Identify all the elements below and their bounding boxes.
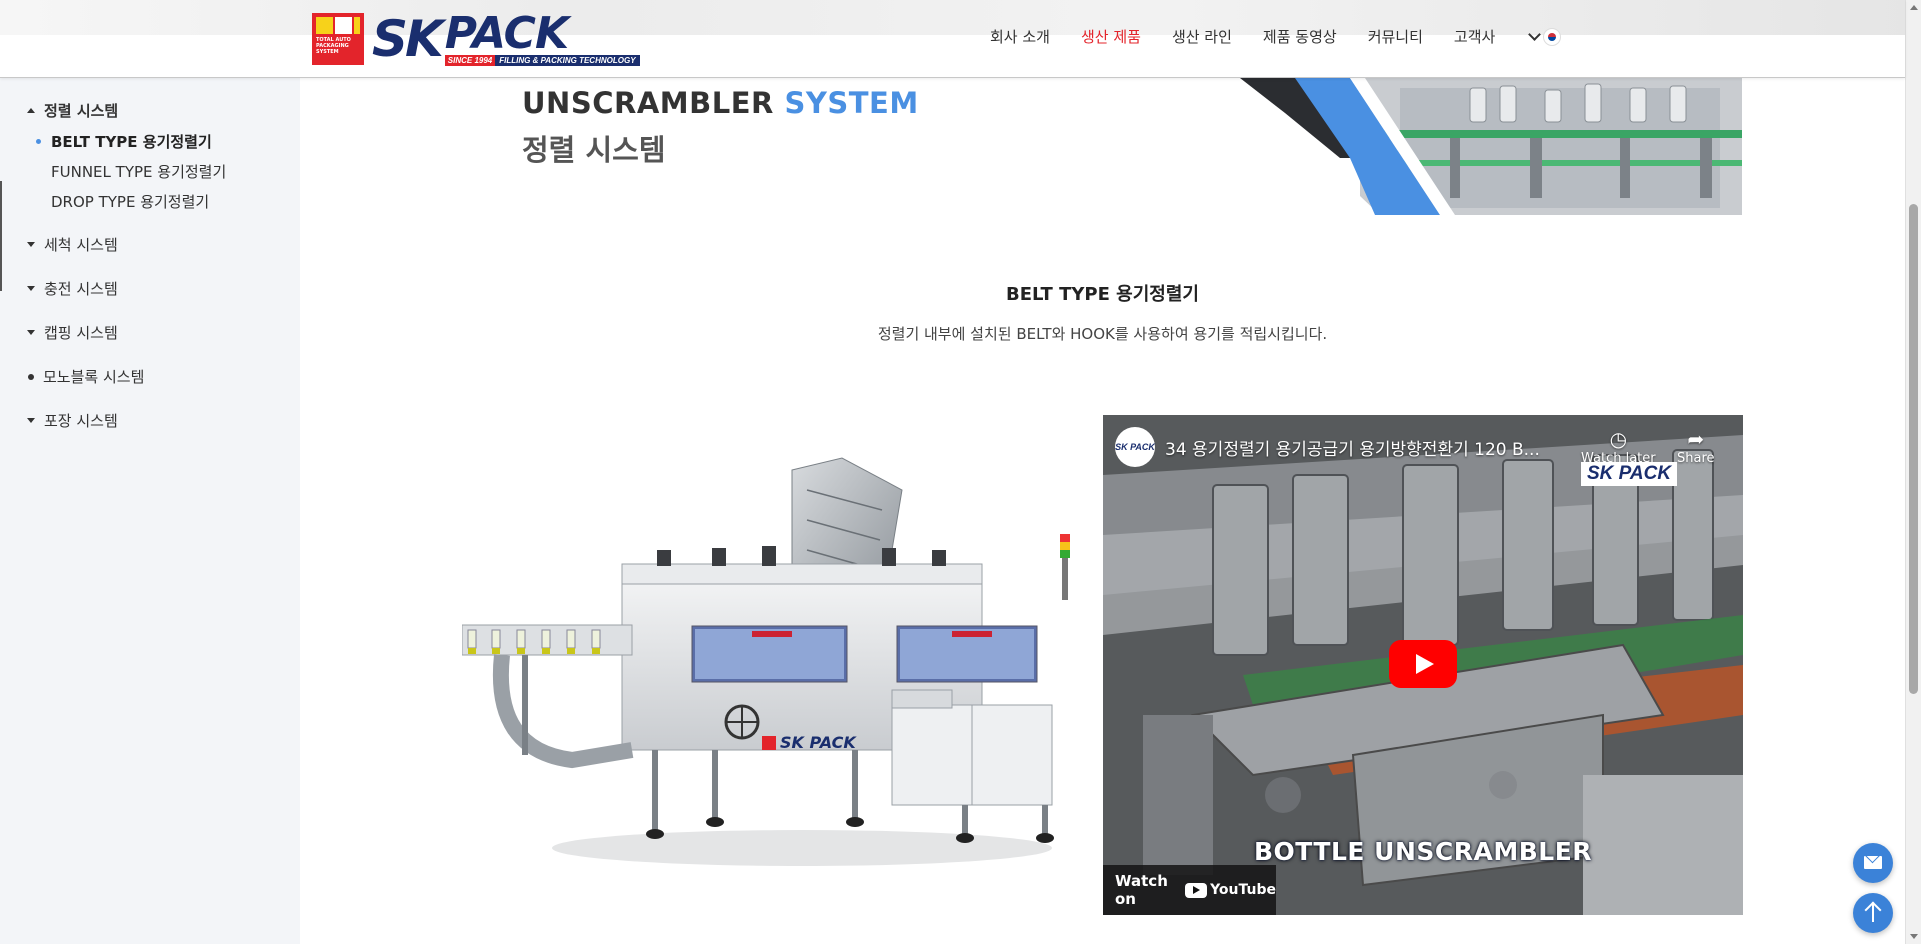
scroll-to-top-button[interactable] <box>1853 893 1893 933</box>
chevron-down-icon <box>1528 28 1542 41</box>
sidebar-item-drop-type[interactable]: DROP TYPE 용기정렬기 <box>36 191 209 212</box>
hero-title: UNSCRAMBLER SYSTEM <box>522 86 919 120</box>
share-button[interactable]: ➦ Share <box>1677 427 1715 466</box>
video-caption: BOTTLE UNSCRAMBLER <box>1253 837 1593 866</box>
channel-avatar[interactable]: SK PACK <box>1115 427 1155 467</box>
site-header: TOTAL AUTO PACKAGING SYSTEM SK PACK SINC… <box>0 0 1905 78</box>
share-label: Share <box>1677 451 1715 466</box>
sidebar-group-capping[interactable]: 캡핑 시스템 <box>27 322 118 343</box>
share-icon: ➦ <box>1687 427 1705 451</box>
logo-pack-text: PACK <box>444 7 569 59</box>
nav-customers[interactable]: 고객사 <box>1454 26 1495 47</box>
sidebar-group-monoblock[interactable]: 모노블록 시스템 <box>27 366 144 387</box>
logo-emblem: TOTAL AUTO PACKAGING SYSTEM <box>312 13 364 65</box>
nav-production-line[interactable]: 생산 라인 <box>1172 26 1232 47</box>
product-description: 정렬기 내부에 설치된 BELT와 HOOK를 사용하여 용기를 적립시킵니다. <box>877 325 1328 343</box>
youtube-icon <box>1185 882 1208 898</box>
hero-title-main: UNSCRAMBLER <box>522 86 774 120</box>
watch-on-label: Watch on <box>1115 872 1168 908</box>
hero-banner: UNSCRAMBLER SYSTEM 정렬 시스템 <box>300 78 1742 215</box>
hero-subtitle: 정렬 시스템 <box>522 133 666 167</box>
sidebar-item-label: BELT TYPE 용기정렬기 <box>51 133 212 151</box>
site-logo[interactable]: TOTAL AUTO PACKAGING SYSTEM SK PACK SINC… <box>312 7 640 68</box>
scroll-thumb[interactable] <box>1909 204 1918 694</box>
hero-title-accent: SYSTEM <box>784 86 919 120</box>
logo-tagline: FILLING & PACKING TECHNOLOGY <box>495 54 640 66</box>
mail-icon <box>1864 856 1882 869</box>
youtube-video-player[interactable]: SK PACK 34 용기정렬기 용기공급기 용기방향전환기 120 B... … <box>1103 415 1743 915</box>
main-nav: 회사 소개 생산 제품 생산 라인 제품 동영상 커뮤니티 고객사 <box>990 26 1562 47</box>
hero-machine-image <box>1200 78 1742 215</box>
nav-products[interactable]: 생산 제품 <box>1081 26 1141 47</box>
header-background-strip <box>0 0 1905 35</box>
sidebar-group-label: 정렬 시스템 <box>44 102 119 120</box>
caret-down-icon <box>27 418 35 423</box>
sidebar-item-belt-type[interactable]: BELT TYPE 용기정렬기 <box>36 131 212 152</box>
sidebar-active-indicator <box>0 181 2 291</box>
product-sidebar: 정렬 시스템 BELT TYPE 용기정렬기 FUNNEL TYPE 용기정렬기… <box>0 78 300 944</box>
arrow-up-icon <box>1872 904 1874 922</box>
svg-text:SK PACK: SK PACK <box>780 733 857 752</box>
language-selector[interactable] <box>1528 26 1562 47</box>
play-button[interactable] <box>1389 640 1457 688</box>
sidebar-group-washing[interactable]: 세척 시스템 <box>27 234 118 255</box>
scroll-up-arrow[interactable] <box>1910 5 1918 10</box>
sidebar-group-label: 충전 시스템 <box>44 280 118 298</box>
sidebar-item-label: DROP TYPE 용기정렬기 <box>51 193 210 211</box>
caret-down-icon <box>27 330 35 335</box>
page-scrollbar[interactable] <box>1905 0 1921 944</box>
video-title[interactable]: 34 용기정렬기 용기공급기 용기방향전환기 120 B... <box>1165 435 1595 460</box>
sidebar-group-label: 모노블록 시스템 <box>43 368 145 386</box>
sidebar-group-unscrambler[interactable]: 정렬 시스템 <box>27 100 118 121</box>
sidebar-group-packaging[interactable]: 포장 시스템 <box>27 410 118 431</box>
logo-since: SINCE 1994 <box>444 54 496 66</box>
video-logo-overlay: SK PACK <box>1581 462 1678 486</box>
youtube-label: YouTube <box>1210 882 1276 898</box>
sidebar-item-label: FUNNEL TYPE 용기정렬기 <box>51 163 227 181</box>
sidebar-group-filling[interactable]: 충전 시스템 <box>27 278 118 299</box>
belt-unscrambler-machine-image: SK PACK <box>462 457 1070 866</box>
caret-down-icon <box>27 286 35 291</box>
korea-flag-icon <box>1543 27 1562 46</box>
sidebar-group-label: 포장 시스템 <box>44 412 118 430</box>
bullet-icon <box>28 373 34 380</box>
caret-down-icon <box>27 242 35 247</box>
email-contact-button[interactable] <box>1853 843 1893 883</box>
sidebar-item-funnel-type[interactable]: FUNNEL TYPE 용기정렬기 <box>36 161 226 182</box>
clock-icon: ◷ <box>1609 427 1628 451</box>
nav-company[interactable]: 회사 소개 <box>990 26 1050 47</box>
caret-up-icon <box>27 108 35 113</box>
logo-sk-text: SK <box>372 10 444 68</box>
scroll-down-arrow[interactable] <box>1910 934 1918 939</box>
watch-later-button[interactable]: ◷ Watch later <box>1581 427 1656 466</box>
logo-emblem-text: TOTAL AUTO PACKAGING SYSTEM <box>316 37 351 55</box>
sidebar-group-label: 세척 시스템 <box>44 236 118 254</box>
nav-videos[interactable]: 제품 동영상 <box>1263 26 1337 47</box>
product-title: BELT TYPE 용기정렬기 <box>1006 284 1199 305</box>
watch-on-youtube-button[interactable]: Watch on YouTube <box>1103 865 1276 915</box>
bullet-icon <box>36 139 41 144</box>
sidebar-group-label: 캡핑 시스템 <box>44 324 118 342</box>
nav-community[interactable]: 커뮤니티 <box>1368 26 1423 47</box>
youtube-logo: YouTube <box>1185 882 1276 898</box>
